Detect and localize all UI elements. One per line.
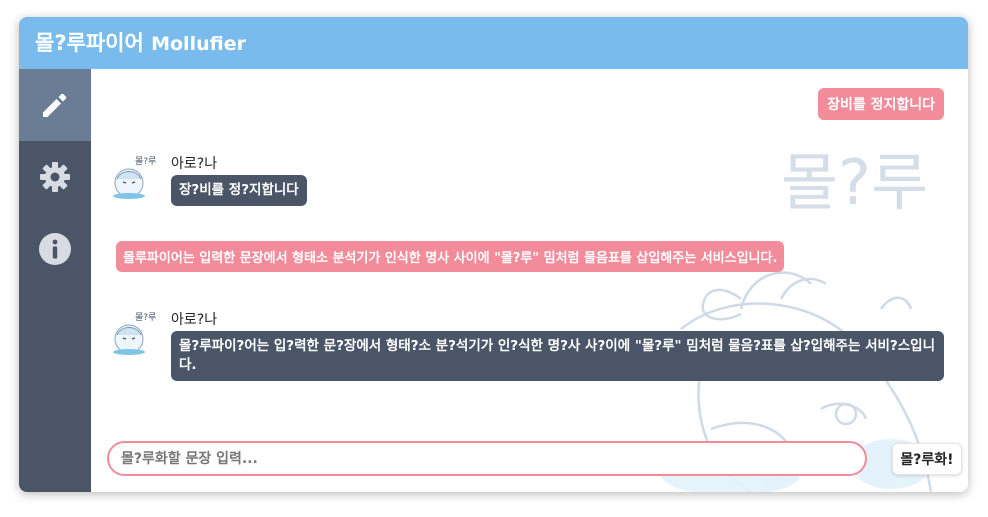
sidebar-item-convert[interactable] bbox=[19, 69, 91, 141]
chat-area: 몰?루 장비를 정지합니다 몰?루 아로?나 장?비를 정?지합니다 몰루파이어… bbox=[91, 69, 968, 492]
pencil-icon bbox=[43, 93, 67, 117]
bot-message-bubble: 몰?루파이?어는 입?력한 문?장에서 형태?소 분?석기가 인?식한 명?사 … bbox=[171, 331, 944, 381]
sentence-input[interactable] bbox=[107, 441, 867, 476]
watermark-text: 몰?루 bbox=[781, 146, 928, 219]
app-title-english: Mollufier bbox=[151, 33, 246, 55]
bot-avatar: 몰?루 bbox=[113, 312, 156, 355]
user-message-bubble: 몰루파이어는 입력한 문장에서 형태소 분석기가 인식한 명사 사이에 "몰?루… bbox=[116, 241, 785, 272]
sidebar-item-settings[interactable] bbox=[19, 141, 91, 213]
bot-avatar: 몰?루 bbox=[113, 156, 156, 199]
svg-text:몰?루: 몰?루 bbox=[135, 156, 156, 167]
app-title: 몰?루파이어 bbox=[35, 31, 144, 55]
svg-text:몰?루: 몰?루 bbox=[135, 312, 156, 323]
sidebar bbox=[19, 69, 91, 492]
gear-icon bbox=[40, 162, 70, 192]
app-window: 몰?루파이어 Mollufier 몰?루 장비를 정지합니다 몰?루 아로?나 … bbox=[19, 17, 968, 492]
user-message-bubble: 장비를 정지합니다 bbox=[818, 88, 944, 120]
bot-message-bubble: 장?비를 정?지합니다 bbox=[171, 175, 307, 206]
bot-name: 아로?나 bbox=[171, 156, 218, 172]
title-bar: 몰?루파이어 Mollufier bbox=[19, 17, 968, 69]
sidebar-item-info[interactable] bbox=[19, 213, 91, 285]
mollufy-button[interactable]: 몰?루화! bbox=[892, 443, 962, 475]
info-icon bbox=[39, 233, 71, 265]
bot-name: 아로?나 bbox=[171, 312, 218, 328]
mascot-background-illustration: 몰?루 bbox=[650, 146, 933, 492]
